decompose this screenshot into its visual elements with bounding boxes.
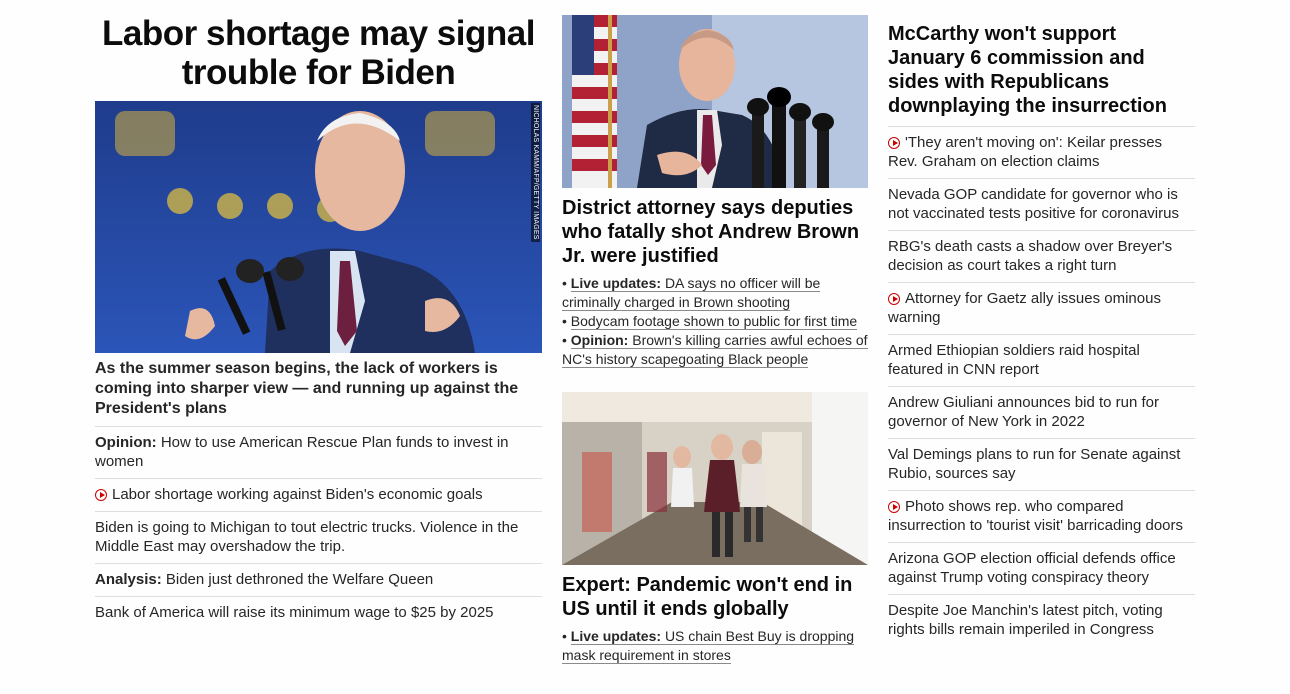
link-text: Photo shows rep. who compared insurrecti…: [888, 498, 1184, 534]
link-text: Biden is going to Michigan to tout elect…: [95, 519, 519, 555]
lead-link-analysis[interactable]: Analysis: Biden just dethroned the Welfa…: [95, 564, 542, 597]
bullet-prefix: Opinion:: [570, 332, 629, 348]
story1-bullet-bodycam[interactable]: • Bodycam footage shown to public for fi…: [562, 312, 868, 331]
right-column: McCarthy won't support January 6 commiss…: [888, 0, 1195, 646]
lead-related-links: Opinion: How to use American Rescue Plan…: [95, 426, 542, 629]
lead-headline[interactable]: Labor shortage may signal trouble for Bi…: [95, 14, 542, 92]
link-text: 'They aren't moving on': Keilar presses …: [888, 134, 1163, 170]
right-link-giuliani[interactable]: Andrew Giuliani announces bid to run for…: [888, 387, 1195, 439]
right-link-gaetz[interactable]: Attorney for Gaetz ally issues ominous w…: [888, 283, 1195, 335]
link-text: Andrew Giuliani announces bid to run for…: [888, 394, 1159, 430]
right-link-arizona[interactable]: Arizona GOP election official defends of…: [888, 543, 1195, 595]
right-link-manchin[interactable]: Despite Joe Manchin's latest pitch, voti…: [888, 595, 1195, 646]
bullet-text: Bodycam footage shown to public for firs…: [570, 313, 858, 329]
link-prefix: Opinion:: [95, 434, 157, 451]
right-headline[interactable]: McCarthy won't support January 6 commiss…: [888, 22, 1195, 118]
play-video-icon: [95, 489, 107, 501]
link-prefix: Analysis:: [95, 571, 162, 588]
story1-headline[interactable]: District attorney says deputies who fata…: [562, 196, 868, 268]
middle-column: District attorney says deputies who fata…: [562, 0, 868, 665]
story1-bullet-live-updates[interactable]: • Live updates: DA says no officer will …: [562, 274, 868, 312]
link-text: Labor shortage working against Biden's e…: [112, 486, 483, 503]
lead-link-bofa[interactable]: Bank of America will raise its minimum w…: [95, 597, 542, 629]
lead-photo[interactable]: NICHOLAS KAMM/AFP/GETTY IMAGES: [95, 101, 542, 353]
bullet-prefix: Live updates:: [570, 628, 662, 644]
bullet-prefix: Live updates:: [570, 275, 662, 291]
story2-bullets: • Live updates: US chain Best Buy is dro…: [562, 627, 868, 665]
right-link-keilar[interactable]: 'They aren't moving on': Keilar presses …: [888, 127, 1195, 179]
lead-link-opinion[interactable]: Opinion: How to use American Rescue Plan…: [95, 427, 542, 479]
right-link-ethiopia[interactable]: Armed Ethiopian soldiers raid hospital f…: [888, 335, 1195, 387]
link-text: Despite Joe Manchin's latest pitch, voti…: [888, 602, 1163, 638]
lead-link-michigan[interactable]: Biden is going to Michigan to tout elect…: [95, 512, 542, 564]
right-link-rbg[interactable]: RBG's death casts a shadow over Breyer's…: [888, 231, 1195, 283]
link-text: Biden just dethroned the Welfare Queen: [165, 571, 434, 588]
lead-link-video[interactable]: Labor shortage working against Biden's e…: [95, 479, 542, 512]
story1-bullet-opinion[interactable]: • Opinion: Brown's killing carries awful…: [562, 331, 868, 369]
story1-photo[interactable]: [562, 15, 868, 188]
story1-bullets: • Live updates: DA says no officer will …: [562, 274, 868, 369]
link-text: RBG's death casts a shadow over Breyer's…: [888, 238, 1173, 274]
play-video-icon: [888, 501, 900, 513]
right-related-links: 'They aren't moving on': Keilar presses …: [888, 126, 1195, 646]
story2-photo[interactable]: [562, 392, 868, 565]
link-text: How to use American Rescue Plan funds to…: [95, 434, 509, 470]
play-video-icon: [888, 137, 900, 149]
link-text: Bank of America will raise its minimum w…: [95, 604, 494, 621]
link-text: Arizona GOP election official defends of…: [888, 550, 1176, 586]
right-link-demings[interactable]: Val Demings plans to run for Senate agai…: [888, 439, 1195, 491]
photo-credit: NICHOLAS KAMM/AFP/GETTY IMAGES: [531, 103, 540, 242]
link-text: Attorney for Gaetz ally issues ominous w…: [888, 290, 1161, 326]
lead-story: Labor shortage may signal trouble for Bi…: [95, 0, 542, 629]
lead-summary[interactable]: As the summer season begins, the lack of…: [95, 359, 542, 419]
link-text: Nevada GOP candidate for governor who is…: [888, 186, 1179, 222]
link-text: Val Demings plans to run for Senate agai…: [888, 446, 1181, 482]
story2-bullet-live-updates[interactable]: • Live updates: US chain Best Buy is dro…: [562, 627, 868, 665]
link-text: Armed Ethiopian soldiers raid hospital f…: [888, 342, 1140, 378]
story2-headline[interactable]: Expert: Pandemic won't end in US until i…: [562, 573, 868, 621]
right-link-nevada[interactable]: Nevada GOP candidate for governor who is…: [888, 179, 1195, 231]
right-link-photo-rep[interactable]: Photo shows rep. who compared insurrecti…: [888, 491, 1195, 543]
play-video-icon: [888, 293, 900, 305]
